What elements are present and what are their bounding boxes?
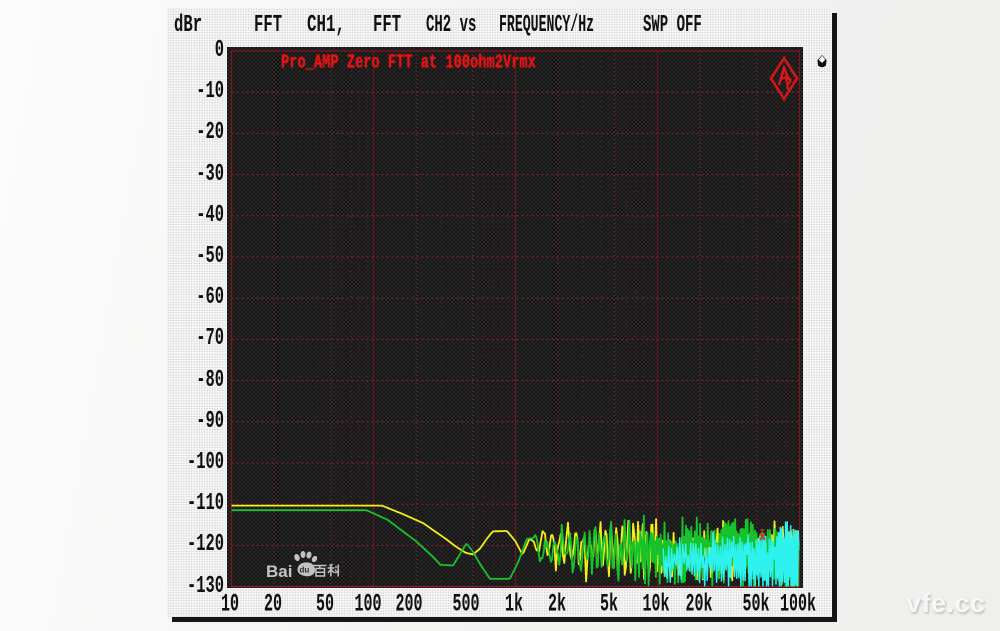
svg-text:Bai: Bai	[266, 562, 292, 581]
svg-text:du: du	[300, 566, 310, 575]
